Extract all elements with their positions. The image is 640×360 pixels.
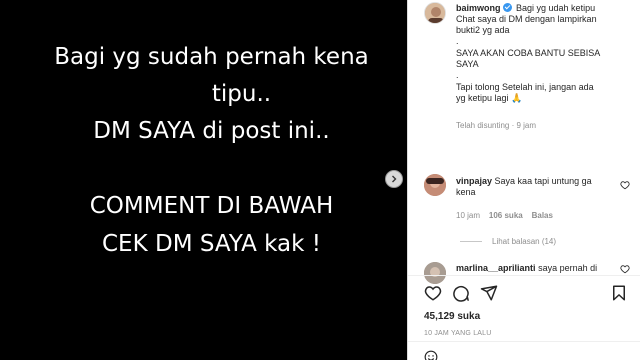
post-side-panel: baimwong Bagi yg udah ketipu Chat saya d… [407,0,640,360]
heart-icon[interactable] [424,284,442,302]
caption-line: Tapi tolong Setelah ini, jangan ada [456,82,594,92]
verified-badge-icon [502,3,512,12]
post-text-line-4: COMMENT DI BAWAH [89,193,334,219]
comment-body: saya pernah di [538,263,598,273]
caption-line: bukti2 yg ada [456,25,510,35]
post-image: Bagi yg sudah pernah kena tipu.. DM SAYA… [0,0,407,360]
comment-icon[interactable] [452,284,470,302]
comment-box-divider [408,341,640,342]
caption-edited-time: Telah disunting · 9 jam [456,121,537,130]
post-time-ago: 10 JAM YANG LALU [424,330,492,337]
caption-line: SAYA AKAN COBA BANTU SEBISA [456,48,601,58]
caption-line: yg ketipu lagi 🙏 [456,93,523,103]
view-replies-button[interactable]: Lihat balasan (14) [492,236,556,247]
comment-meta: 10 jam 106 suka Balas [456,210,553,221]
comment-text: vinpajay Saya kaa tapi untung ga [456,176,592,187]
comment-time: 10 jam [456,211,481,220]
caption-line: . [456,36,459,46]
comment-username[interactable]: vinpajay [456,176,492,186]
caption-text: Bagi yg udah ketipu [516,3,596,13]
bookmark-icon[interactable] [610,284,628,302]
caption-username[interactable]: baimwong [456,3,501,13]
post-text-line-3: DM SAYA di post ini.. [93,118,330,144]
comment-body-cont: kena [456,187,476,197]
comment-likes[interactable]: 106 suka [489,211,523,220]
likes-count[interactable]: 45,129 suka [424,311,480,322]
emoji-icon[interactable] [424,350,438,360]
heart-icon[interactable] [620,264,630,274]
avatar[interactable] [424,174,446,196]
comment-username[interactable]: marlina__aprilianti [456,263,536,273]
caption-line: Chat saya di DM dengan lampirkan [456,14,597,24]
post-text-line-2: tipu.. [211,81,272,107]
caption-line: SAYA [456,59,479,69]
share-icon[interactable] [480,284,498,302]
caption-first-line: baimwong Bagi yg udah ketipu [456,3,595,14]
actions-divider [408,275,640,276]
post-text-line-1: Bagi yg sudah pernah kena [54,44,369,70]
post-text-line-5: CEK DM SAYA kak ! [102,231,321,257]
heart-icon[interactable] [620,180,630,190]
chevron-right-icon[interactable] [385,170,403,188]
comment-text: marlina__aprilianti saya pernah di [456,263,597,274]
reply-button[interactable]: Balas [532,211,553,220]
comment-body: Saya kaa tapi untung ga [494,176,592,186]
avatar[interactable] [424,262,446,284]
caption-line: . [456,70,459,80]
replies-divider [460,241,482,242]
avatar[interactable] [424,2,446,24]
